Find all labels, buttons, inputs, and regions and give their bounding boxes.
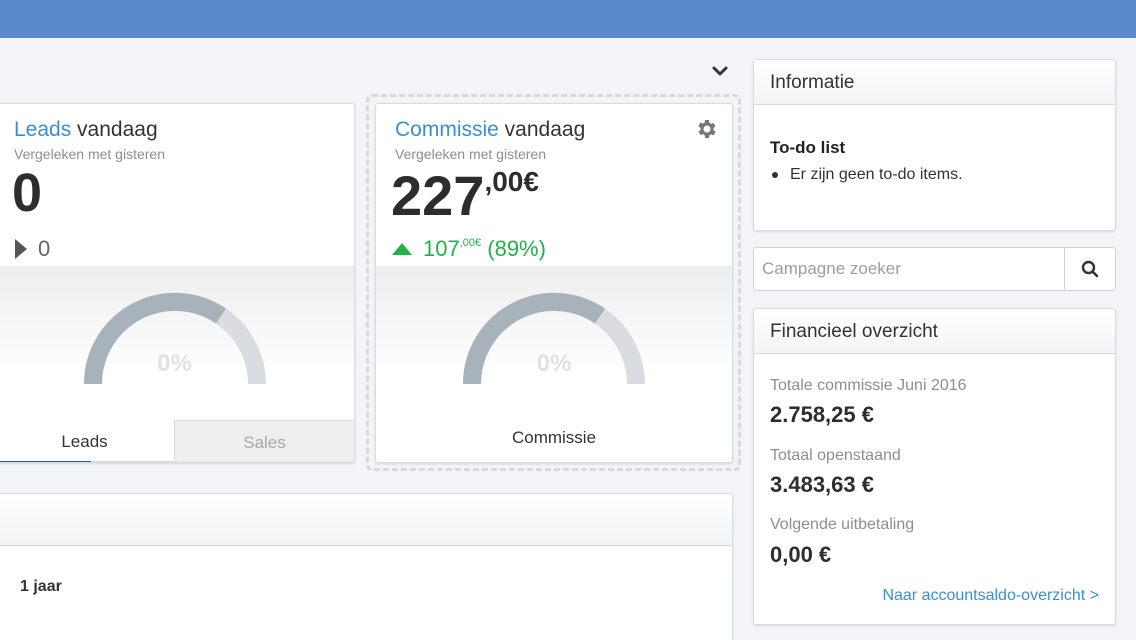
- gauge-percent-label: 0%: [536, 350, 572, 377]
- commission-amount-dec: ,00€: [484, 166, 539, 197]
- information-panel: Informatie To-do list Er zijn geen to-do…: [753, 59, 1116, 231]
- gauge-percent-label: 0%: [157, 350, 192, 377]
- commission-amount-int: 227: [391, 164, 485, 227]
- commission-today-card: Commissie vandaag Vergeleken met gistere…: [375, 103, 733, 463]
- leads-delta-value: 0: [38, 236, 51, 261]
- panel-title: Informatie: [754, 60, 1115, 105]
- card-title-accent[interactable]: Commissie: [395, 118, 499, 141]
- commission-delta-value: 107,00€ (89%): [423, 236, 546, 262]
- delta-int: 107: [423, 236, 460, 261]
- next-payout-value: 0,00 €: [770, 542, 832, 567]
- search-input[interactable]: [753, 247, 1065, 291]
- total-commission-label: Totale commissie Juni 2016: [770, 377, 967, 394]
- search-icon: [1081, 260, 1099, 278]
- delta-pct: (89%): [481, 236, 546, 261]
- leads-delta: 0: [14, 236, 50, 262]
- bottom-chart-panel: 1 jaar: [0, 493, 733, 640]
- card-subtitle: Vergeleken met gisteren: [14, 146, 165, 162]
- outstanding-value: 3.483,63 €: [770, 472, 874, 497]
- commission-delta: 107,00€ (89%): [391, 236, 546, 262]
- campaign-search: [753, 247, 1116, 291]
- delta-dec: ,00€: [459, 237, 482, 249]
- commission-footer-label: Commissie: [511, 428, 597, 447]
- total-commission-value: 2.758,25 €: [770, 402, 874, 427]
- panel-title: Financieel overzicht: [754, 309, 1115, 354]
- todo-title: To-do list: [770, 138, 846, 157]
- list-item: Er zijn geen to-do items.: [770, 166, 963, 184]
- outstanding-label: Totaal openstaand: [770, 447, 901, 464]
- tab-leads[interactable]: Leads: [0, 420, 174, 462]
- caret-right-icon: [15, 239, 27, 259]
- commission-amount: 227,00€: [391, 168, 539, 224]
- tab-indicator-track: [91, 461, 177, 462]
- card-title-rest: vandaag: [498, 118, 586, 141]
- tab-sales[interactable]: Sales: [174, 420, 354, 462]
- card-title-rest: vandaag: [71, 118, 158, 141]
- leads-tab-bar: Leads Sales: [0, 420, 354, 462]
- gear-icon[interactable]: [695, 117, 719, 141]
- triangle-up-icon: [392, 243, 412, 255]
- card-subtitle: Vergeleken met gisteren: [395, 146, 546, 162]
- todo-item-text: Er zijn geen to-do items.: [790, 166, 963, 183]
- financial-overview-panel: Financieel overzicht Totale commissie Ju…: [753, 308, 1116, 625]
- top-header-bar: [0, 0, 1136, 38]
- next-payout-label: Volgende uitbetaling: [770, 516, 915, 533]
- tab-label: Leads: [61, 432, 108, 451]
- tab-label: Sales: [243, 432, 286, 452]
- commission-gauge: 0%: [376, 266, 732, 422]
- bullet-icon: [772, 172, 778, 178]
- period-label[interactable]: 1 jaar: [20, 578, 62, 596]
- leads-count: 0: [12, 163, 43, 223]
- account-balance-link[interactable]: Naar accountsaldo-overzicht >: [882, 587, 1099, 605]
- chevron-down-icon[interactable]: [710, 63, 730, 81]
- search-button[interactable]: [1065, 247, 1116, 291]
- card-title: Leads vandaag: [14, 118, 158, 142]
- card-title-accent[interactable]: Leads: [14, 118, 71, 141]
- leads-today-card: Leads vandaag Vergeleken met gisteren 0 …: [0, 103, 355, 463]
- card-title: Commissie vandaag: [395, 118, 585, 142]
- leads-gauge: 0%: [0, 266, 354, 422]
- panel-header: [0, 494, 732, 546]
- active-tab-indicator: [0, 461, 91, 462]
